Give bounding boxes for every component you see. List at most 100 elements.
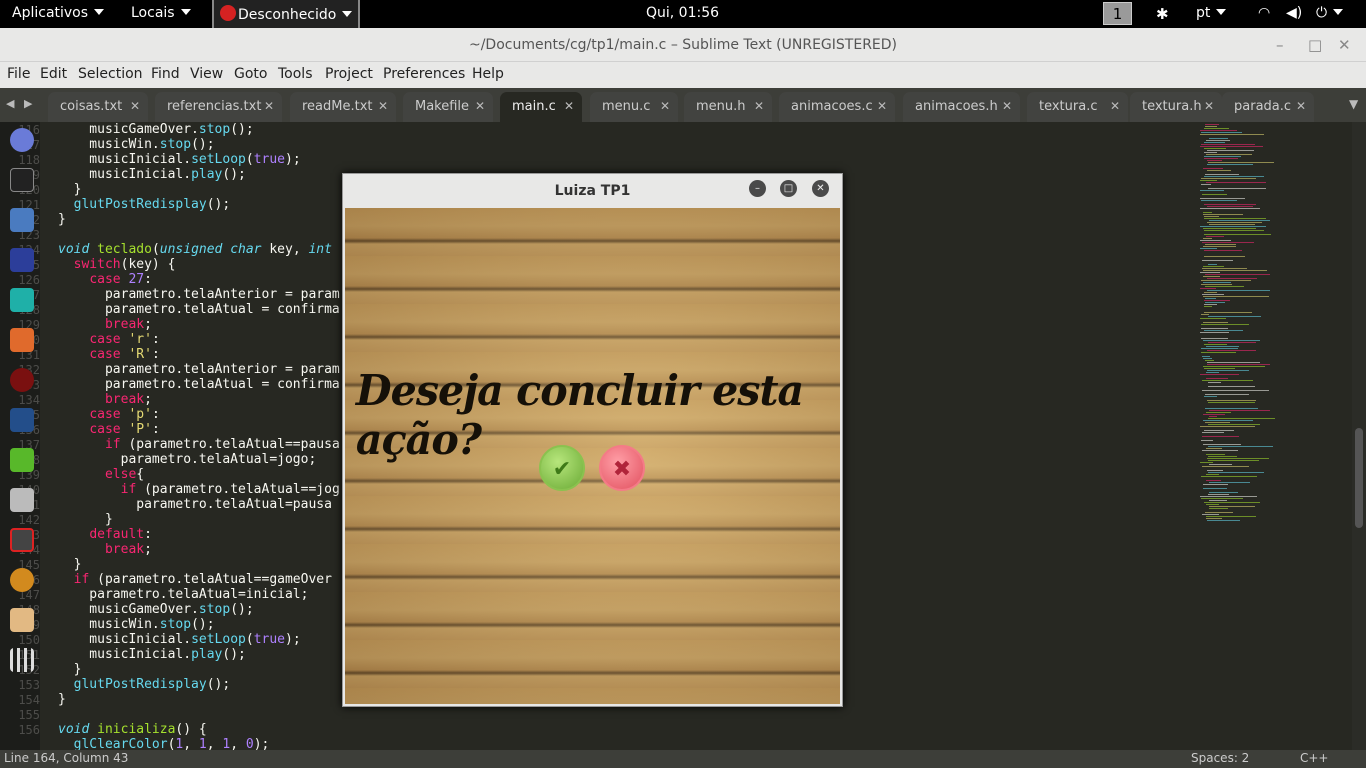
minimap-line [1205,274,1270,275]
tab-menu-h[interactable]: menu.h ✕ [684,92,772,122]
minimap-line [1205,512,1233,513]
active-app-menu[interactable]: Desconhecido [212,0,361,28]
minimap-line [1208,316,1261,317]
menu-file[interactable]: File [7,66,30,82]
confirm-button[interactable]: ✔ [539,445,585,491]
notes-icon[interactable] [10,448,34,472]
maximize-icon[interactable]: □ [1308,28,1322,62]
tab-referencias[interactable]: referencias.txt ✕ [155,92,282,122]
syntax-setting[interactable]: C++ [1300,751,1329,765]
close-icon[interactable]: ✕ [130,99,140,113]
menu-selection[interactable]: Selection [78,66,143,82]
tab-textura-h[interactable]: textura.h ✕ [1130,92,1222,122]
tab-scroll-right-icon[interactable]: ▶ [24,97,32,110]
minimap-line [1202,356,1210,357]
close-icon[interactable]: ✕ [1204,99,1214,113]
menu-view[interactable]: View [190,66,223,82]
power-icon[interactable]: ⏻ [1316,5,1344,21]
scrollbar-thumb[interactable] [1355,428,1363,528]
minimap-line [1209,410,1270,411]
running-app-icon[interactable] [10,528,34,552]
tab-animacoes-h[interactable]: animacoes.h ✕ [903,92,1020,122]
minimap-line [1202,380,1253,381]
close-icon[interactable]: ✕ [877,99,887,113]
close-icon[interactable]: ✕ [754,99,764,113]
minimap-line [1200,198,1245,199]
close-icon[interactable]: ✕ [1296,99,1306,113]
files-icon[interactable] [10,208,34,232]
code-line: } [58,692,66,707]
music-icon[interactable] [10,408,34,432]
tab-animacoes-c[interactable]: animacoes.c ✕ [779,92,895,122]
close-icon[interactable]: ✕ [475,99,485,113]
minimize-icon[interactable]: – [749,180,766,197]
close-icon[interactable]: ✕ [264,99,274,113]
terminal-icon[interactable] [10,168,34,192]
pidgin-icon[interactable] [10,128,34,152]
close-icon[interactable]: ✕ [1002,99,1012,113]
applications-menu[interactable]: Aplicativos [12,5,105,21]
menu-goto[interactable]: Goto [234,66,267,82]
cursor-position: Line 164, Column 43 [4,751,129,765]
clock[interactable]: Qui, 01:56 [646,5,719,21]
menu-find[interactable]: Find [151,66,180,82]
close-icon[interactable]: ✕ [1110,99,1120,113]
minimap-line [1209,464,1232,465]
accessibility-icon[interactable]: ✱ [1156,5,1169,23]
language-menu[interactable]: pt [1196,5,1227,21]
menu-edit[interactable]: Edit [40,66,67,82]
tab-coisas[interactable]: coisas.txt ✕ [48,92,148,122]
tab-textura-c[interactable]: textura.c ✕ [1027,92,1128,122]
minimap-line [1204,304,1217,305]
tab-main-c[interactable]: main.c ✕ [500,92,582,122]
close-icon[interactable]: ✕ [1338,28,1351,62]
tab-parada-c[interactable]: parada.c ✕ [1222,92,1314,122]
minimize-icon[interactable]: – [1276,28,1284,62]
minimap-line [1207,400,1256,401]
close-icon[interactable]: ✕ [660,99,670,113]
record-icon[interactable] [10,368,34,392]
minimap-line [1201,200,1237,201]
cancel-button[interactable]: ✖ [599,445,645,491]
minimap-line [1205,422,1230,423]
minimap-line [1200,288,1216,289]
tab-menu-c[interactable]: menu.c ✕ [590,92,678,122]
menu-preferences[interactable]: Preferences [383,66,465,82]
mega-icon[interactable] [10,248,34,272]
vertical-scrollbar[interactable] [1352,122,1366,750]
tab-label: Makefile [415,99,470,114]
sublime-icon[interactable] [10,328,34,352]
minimap-line [1202,432,1224,433]
wifi-icon[interactable]: ◠ [1258,5,1270,21]
tab-readme[interactable]: readMe.txt ✕ [290,92,396,122]
close-icon[interactable]: ✕ [812,180,829,197]
active-app-label: Desconhecido [238,7,337,23]
archive-icon[interactable] [10,608,34,632]
code-line: default: [89,527,152,542]
close-icon[interactable]: ✕ [564,99,574,113]
minimap-line [1203,414,1225,415]
menu-tools[interactable]: Tools [278,66,313,82]
close-icon[interactable]: ✕ [378,99,388,113]
workspace-indicator[interactable]: 1 [1103,2,1132,25]
code-line: musicInicial.setLoop(true); [58,152,301,167]
minimap[interactable] [1196,122,1352,750]
apps-grid-icon[interactable] [10,648,34,672]
menu-help[interactable]: Help [472,66,504,82]
minimap-line [1203,366,1265,367]
tab-makefile[interactable]: Makefile ✕ [403,92,493,122]
s-app-icon[interactable] [10,568,34,592]
game-icon[interactable] [10,288,34,312]
volume-icon[interactable]: ◀) [1286,5,1302,21]
calculator-icon[interactable] [10,488,34,512]
minimap-line [1203,282,1231,283]
maximize-icon[interactable]: □ [780,180,797,197]
minimap-line [1206,154,1252,155]
minimap-line [1200,332,1229,333]
tab-label: main.c [512,99,556,114]
tab-list-icon[interactable]: ▼ [1349,97,1358,111]
places-menu[interactable]: Locais [131,5,191,21]
menu-project[interactable]: Project [325,66,373,82]
indentation-setting[interactable]: Spaces: 2 [1191,751,1249,765]
tab-scroll-left-icon[interactable]: ◀ [6,97,14,110]
